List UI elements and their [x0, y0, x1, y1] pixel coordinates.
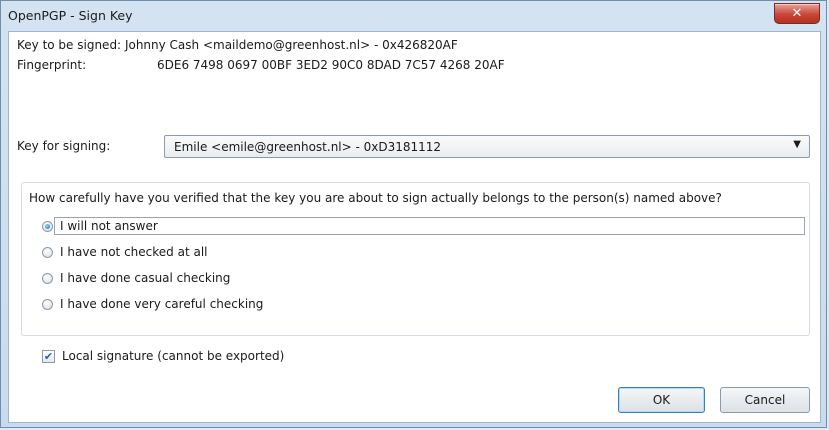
- cancel-button[interactable]: Cancel: [720, 387, 810, 413]
- radio-casual-checking[interactable]: I have done casual checking: [42, 268, 230, 288]
- focus-rectangle: [54, 217, 805, 235]
- key-for-signing-value: Emile <emile@greenhost.nl> - 0xD3181112: [174, 140, 442, 154]
- check-mark-icon: ✔: [43, 349, 54, 363]
- fingerprint-label: Fingerprint:: [17, 58, 87, 72]
- radio-button[interactable]: [42, 272, 53, 284]
- close-icon: ✕: [791, 6, 803, 21]
- chevron-down-icon: ▼: [793, 139, 801, 150]
- radio-no-answer[interactable]: I will not answer: [42, 216, 158, 236]
- local-signature-option[interactable]: ✔ Local signature (cannot be exported): [42, 349, 284, 363]
- radio-careful-checking[interactable]: I have done very careful checking: [42, 294, 263, 314]
- local-signature-checkbox[interactable]: ✔: [42, 349, 55, 363]
- radio-label: I have done casual checking: [60, 271, 231, 285]
- ok-button[interactable]: OK: [618, 387, 705, 413]
- radio-button[interactable]: [42, 246, 53, 258]
- fingerprint-row: Fingerprint: 6DE6 7498 0697 00BF 3ED2 90…: [17, 58, 505, 72]
- radio-label: I will not answer: [60, 219, 158, 233]
- verification-question: How carefully have you verified that the…: [29, 191, 722, 205]
- fingerprint-value: 6DE6 7498 0697 00BF 3ED2 90C0 8DAD 7C57 …: [157, 58, 505, 72]
- radio-label: I have not checked at all: [60, 245, 208, 259]
- key-for-signing-select[interactable]: Emile <emile@greenhost.nl> - 0xD3181112 …: [164, 135, 810, 158]
- local-signature-label: Local signature (cannot be exported): [62, 349, 285, 363]
- key-to-sign-label: Key to be signed:: [17, 38, 122, 52]
- title-bar[interactable]: OpenPGP - Sign Key ✕: [1, 1, 826, 31]
- radio-not-checked[interactable]: I have not checked at all: [42, 242, 208, 262]
- radio-button-checked[interactable]: [42, 220, 53, 232]
- key-to-sign-value: Johnny Cash <maildemo@greenhost.nl> - 0x…: [124, 38, 458, 52]
- sign-key-dialog: OpenPGP - Sign Key ✕ Key to be signed: J…: [0, 0, 827, 428]
- key-for-signing-label: Key for signing:: [17, 139, 111, 153]
- radio-button[interactable]: [42, 298, 53, 310]
- radio-label: I have done very careful checking: [60, 297, 264, 311]
- window-title: OpenPGP - Sign Key: [8, 8, 133, 23]
- close-button[interactable]: ✕: [774, 3, 820, 24]
- key-to-sign-row: Key to be signed: Johnny Cash <maildemo@…: [17, 38, 458, 52]
- dialog-body: Key to be signed: Johnny Cash <maildemo@…: [8, 31, 821, 423]
